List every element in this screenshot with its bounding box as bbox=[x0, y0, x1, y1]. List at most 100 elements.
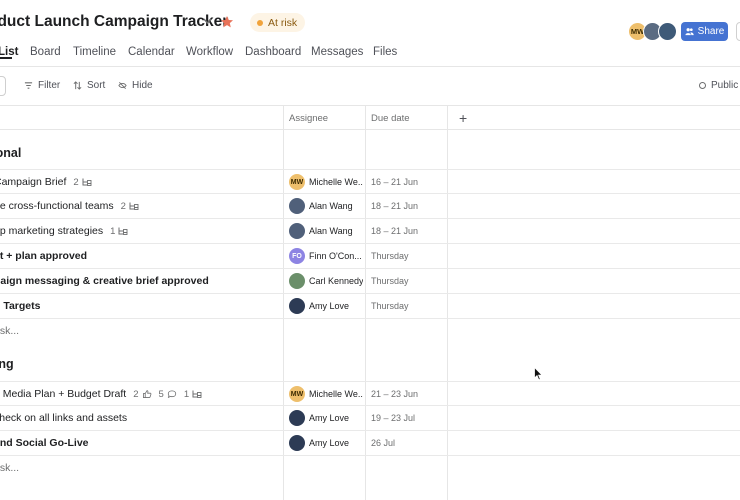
due-date-cell[interactable]: 18 – 21 Jun bbox=[371, 194, 418, 218]
comment-count: 5 bbox=[159, 389, 177, 400]
customize-button[interactable] bbox=[736, 22, 740, 41]
section-header[interactable]: sing bbox=[0, 357, 14, 371]
eye-hidden-icon bbox=[118, 82, 127, 89]
tab-board[interactable]: Board bbox=[30, 46, 61, 58]
table-row[interactable]: check on all links and assets Amy Love 1… bbox=[0, 406, 740, 431]
due-date-cell[interactable]: Thursday bbox=[371, 294, 409, 318]
status-dot-icon bbox=[257, 19, 263, 26]
subtask-count: 1 bbox=[184, 389, 202, 400]
due-date-cell[interactable]: Thursday bbox=[371, 244, 409, 268]
section-header[interactable]: tional bbox=[0, 146, 21, 160]
add-task-link[interactable]: ask... bbox=[0, 462, 19, 474]
hide-button[interactable]: Hide bbox=[118, 80, 153, 91]
table-row[interactable]: and Social Go-Live Amy Love 26 Jul bbox=[0, 431, 740, 456]
chevron-down-icon[interactable] bbox=[202, 16, 213, 26]
due-date-cell[interactable]: 16 – 21 Jun bbox=[371, 170, 418, 194]
add-task-button[interactable] bbox=[0, 76, 6, 96]
public-link-button[interactable]: Public li bbox=[699, 80, 740, 91]
assignee-name: Amy Love bbox=[309, 413, 350, 423]
milestone-name[interactable]: and Social Go-Live bbox=[0, 431, 89, 455]
assignee-cell[interactable]: Amy Love bbox=[289, 294, 363, 318]
milestone-name[interactable]: et + plan approved bbox=[0, 244, 87, 268]
tab-list[interactable]: List bbox=[0, 46, 18, 59]
avatar bbox=[289, 223, 305, 239]
table-row[interactable]: paign messaging & creative brief approve… bbox=[0, 269, 740, 294]
milestone-name[interactable]: paign messaging & creative brief approve… bbox=[0, 269, 209, 293]
avatar: MW bbox=[289, 386, 305, 402]
assignee-cell[interactable]: MW Michelle We... bbox=[289, 382, 363, 406]
avatar bbox=[289, 435, 305, 451]
subtask-count: 2 bbox=[121, 201, 139, 212]
assignee-name: Alan Wang bbox=[309, 226, 353, 236]
tab-timeline[interactable]: Timeline bbox=[73, 46, 116, 58]
filter-button[interactable]: Filter bbox=[24, 80, 60, 91]
share-label: Share bbox=[697, 26, 725, 37]
subtask-icon bbox=[192, 390, 202, 398]
comment-icon bbox=[167, 390, 176, 398]
people-icon bbox=[685, 28, 694, 36]
assignee-name: Michelle We... bbox=[309, 389, 363, 399]
assignee-cell[interactable]: Alan Wang bbox=[289, 194, 363, 218]
avatar[interactable] bbox=[658, 22, 677, 41]
avatar: MW bbox=[289, 174, 305, 190]
subtask-icon bbox=[118, 227, 128, 235]
table-row[interactable]: et + plan approved FO Finn O'Con... Thur… bbox=[0, 244, 740, 269]
task-name[interactable]: Campaign Brief 2 bbox=[0, 170, 92, 194]
due-date-cell[interactable]: Thursday bbox=[371, 269, 409, 293]
table-row[interactable]: ge cross-functional teams 2 Alan Wang 18… bbox=[0, 194, 740, 219]
assignee-cell[interactable]: Amy Love bbox=[289, 406, 363, 430]
avatar bbox=[289, 198, 305, 214]
subtask-count: 1 bbox=[110, 226, 128, 237]
avatar: FO bbox=[289, 248, 305, 264]
like-count: 2 bbox=[133, 389, 151, 400]
table-row[interactable]: e Media Plan + Budget Draft 2 5 1 MW Mic… bbox=[0, 381, 740, 406]
due-date-cell[interactable]: 19 – 23 Jul bbox=[371, 406, 415, 430]
due-date-cell[interactable]: 21 – 23 Jun bbox=[371, 382, 418, 406]
task-name[interactable]: op marketing strategies 1 bbox=[0, 219, 128, 243]
thumbs-up-icon bbox=[142, 390, 151, 398]
tab-files[interactable]: Files bbox=[373, 46, 397, 58]
mouse-cursor-icon bbox=[534, 367, 543, 381]
tab-dashboard[interactable]: Dashboard bbox=[245, 46, 301, 58]
assignee-name: Finn O'Con... bbox=[309, 251, 362, 261]
avatar bbox=[289, 410, 305, 426]
add-task-link[interactable]: ask... bbox=[0, 325, 19, 337]
tab-calendar[interactable]: Calendar bbox=[128, 46, 175, 58]
table-row[interactable]: Campaign Brief 2 MW Michelle We... 16 – … bbox=[0, 169, 740, 194]
assignee-cell[interactable]: FO Finn O'Con... bbox=[289, 244, 363, 268]
sort-button[interactable]: Sort bbox=[73, 80, 105, 91]
assignee-cell[interactable]: Amy Love bbox=[289, 431, 363, 455]
column-header-row: Assignee Due date + bbox=[0, 105, 740, 130]
share-button[interactable]: Share bbox=[681, 22, 728, 41]
assignee-cell[interactable]: Alan Wang bbox=[289, 219, 363, 243]
due-date-cell[interactable]: 26 Jul bbox=[371, 431, 395, 455]
subtask-count: 2 bbox=[73, 177, 92, 188]
status-label: At risk bbox=[268, 16, 298, 29]
add-column-button[interactable]: + bbox=[453, 106, 467, 130]
subtask-icon bbox=[82, 178, 92, 186]
milestone-name[interactable]: d Targets bbox=[0, 294, 40, 318]
status-badge[interactable]: At risk bbox=[250, 13, 306, 32]
list-toolbar: Filter Sort Hide Public li bbox=[0, 75, 740, 97]
table-row[interactable]: op marketing strategies 1 Alan Wang 18 –… bbox=[0, 219, 740, 244]
tab-messages[interactable]: Messages bbox=[311, 46, 363, 58]
subtask-icon bbox=[129, 202, 139, 210]
avatar bbox=[289, 273, 305, 289]
project-title[interactable]: oduct Launch Campaign Tracker bbox=[0, 13, 228, 31]
active-tab-indicator bbox=[0, 57, 12, 59]
column-due-date[interactable]: Due date bbox=[365, 106, 447, 130]
assignee-cell[interactable]: Carl Kennedy bbox=[289, 269, 363, 293]
task-name[interactable]: ge cross-functional teams 2 bbox=[0, 194, 139, 218]
member-avatars[interactable]: MW bbox=[628, 22, 677, 41]
star-icon[interactable] bbox=[220, 15, 234, 29]
filter-icon bbox=[24, 82, 33, 89]
task-name[interactable]: e Media Plan + Budget Draft 2 5 1 bbox=[0, 382, 202, 406]
tab-workflow[interactable]: Workflow bbox=[186, 46, 233, 58]
column-assignee[interactable]: Assignee bbox=[283, 106, 365, 130]
assignee-cell[interactable]: MW Michelle We... bbox=[289, 170, 363, 194]
view-tabs: List Board Timeline Calendar Workflow Da… bbox=[0, 45, 740, 67]
task-name[interactable]: check on all links and assets bbox=[0, 406, 127, 430]
table-row[interactable]: d Targets Amy Love Thursday bbox=[0, 294, 740, 319]
due-date-cell[interactable]: 18 – 21 Jun bbox=[371, 219, 418, 243]
assignee-name: Amy Love bbox=[309, 438, 350, 448]
